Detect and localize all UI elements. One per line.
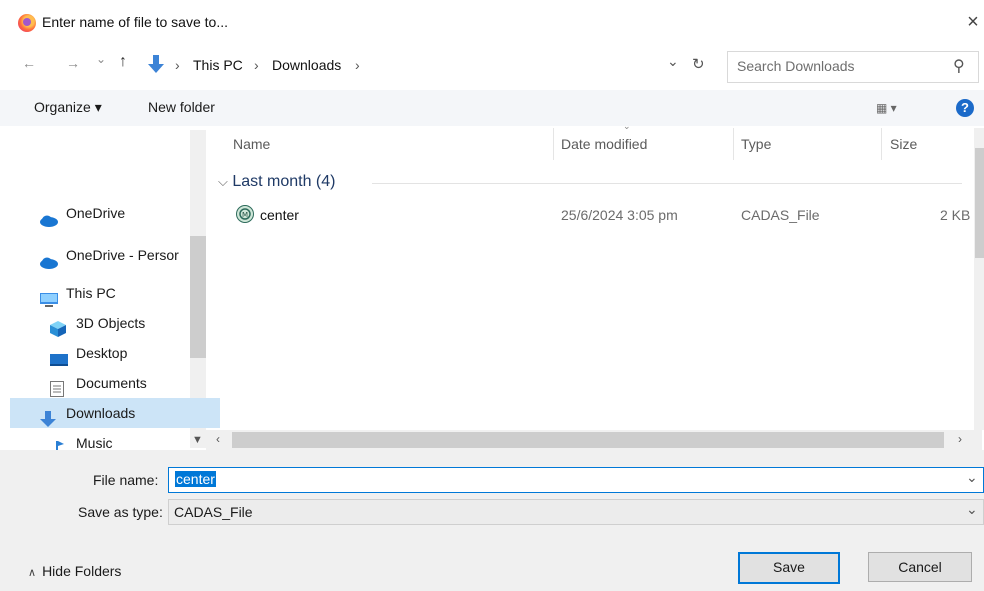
sidebar-item-downloads[interactable]: Downloads (10, 398, 220, 428)
view-options-icon[interactable]: ▦ ▾ (876, 101, 897, 115)
path-separator-icon: › (175, 57, 180, 73)
cube-icon (50, 317, 68, 338)
sidebar-item-music[interactable]: Music (50, 428, 180, 450)
refresh-icon[interactable]: ↻ (692, 55, 705, 73)
back-button[interactable]: ← (22, 55, 36, 71)
sidebar-item-3d-objects[interactable]: 3D Objects (50, 308, 190, 338)
new-folder-button[interactable]: New folder (148, 99, 215, 115)
file-name-dropdown-icon[interactable]: ⌄ (966, 469, 978, 486)
breadcrumb-this-pc[interactable]: This PC (193, 57, 243, 73)
column-type[interactable]: Type (741, 136, 771, 152)
sort-indicator-icon: ⌄ (623, 121, 631, 131)
close-button[interactable]: × (962, 10, 984, 34)
file-size-cell: 2 KB (940, 207, 971, 223)
address-dropdown-icon[interactable]: ⌄ (667, 53, 679, 70)
file-icon: M (236, 205, 254, 223)
help-icon[interactable]: ? (956, 99, 974, 117)
save-type-value: CADAS_File (174, 504, 253, 520)
column-divider[interactable] (881, 128, 882, 160)
sidebar-item-desktop[interactable]: Desktop (50, 338, 190, 368)
search-placeholder: Search Downloads (737, 58, 855, 74)
group-divider (372, 183, 962, 184)
file-name-cell: center (260, 207, 299, 223)
file-name-value: center (175, 471, 216, 487)
sidebar-item-onedrive[interactable]: OneDrive (40, 198, 206, 228)
chevron-up-icon: ∧ (28, 567, 37, 579)
breadcrumb-downloads[interactable]: Downloads (272, 57, 341, 73)
column-name[interactable]: Name (233, 136, 270, 152)
save-type-select[interactable] (168, 499, 984, 525)
window-title: Enter name of file to save to... (42, 14, 228, 30)
sidebar-item-documents[interactable]: Documents (50, 368, 190, 398)
scroll-right-icon[interactable]: › (958, 432, 962, 446)
file-name-label: File name: (93, 472, 159, 488)
cloud-icon (40, 207, 58, 228)
up-button[interactable]: ↑ (119, 53, 127, 71)
file-date-cell: 25/6/2024 3:05 pm (561, 207, 678, 223)
path-separator-icon: › (355, 57, 360, 73)
save-type-label: Save as type: (78, 504, 163, 520)
hide-folders-button[interactable]: ∧ Hide Folders (28, 563, 121, 579)
save-type-dropdown-icon[interactable]: ⌄ (966, 501, 978, 518)
column-divider[interactable] (553, 128, 554, 160)
file-name-input[interactable] (168, 467, 984, 493)
sidebar-item-onedrive-personal[interactable]: OneDrive - Persor (40, 240, 206, 270)
column-size[interactable]: Size (890, 136, 917, 152)
firefox-icon (18, 14, 36, 32)
save-button[interactable]: Save (738, 552, 840, 584)
path-separator-icon: › (254, 57, 259, 73)
column-divider[interactable] (733, 128, 734, 160)
group-header[interactable]: ⌵ Last month (4) (218, 173, 335, 191)
scroll-left-icon[interactable]: ‹ (216, 432, 220, 446)
desktop-icon (50, 347, 68, 367)
sidebar-item-this-pc[interactable]: This PC (40, 278, 206, 308)
recent-locations-button[interactable]: ⌄ (96, 52, 106, 66)
list-vertical-scroll-thumb[interactable] (975, 148, 984, 258)
forward-button[interactable]: → (66, 55, 80, 71)
cancel-button[interactable]: Cancel (868, 552, 972, 582)
svg-text:M: M (242, 211, 248, 219)
document-icon (50, 377, 68, 398)
download-arrow-icon (148, 55, 164, 75)
cloud-icon (40, 249, 58, 270)
sidebar-scroll-down-icon[interactable]: ▼ (192, 434, 203, 446)
search-icon[interactable]: ⚲ (953, 56, 965, 76)
organize-button[interactable]: Organize ▾ (34, 99, 102, 116)
file-type-cell: CADAS_File (741, 207, 820, 223)
column-date-modified[interactable]: Date modified (561, 136, 647, 152)
chevron-down-icon: ⌵ (218, 174, 228, 189)
computer-icon (40, 287, 58, 308)
download-icon (40, 407, 58, 428)
list-horizontal-scroll-thumb[interactable] (232, 432, 944, 448)
music-icon (50, 437, 68, 450)
